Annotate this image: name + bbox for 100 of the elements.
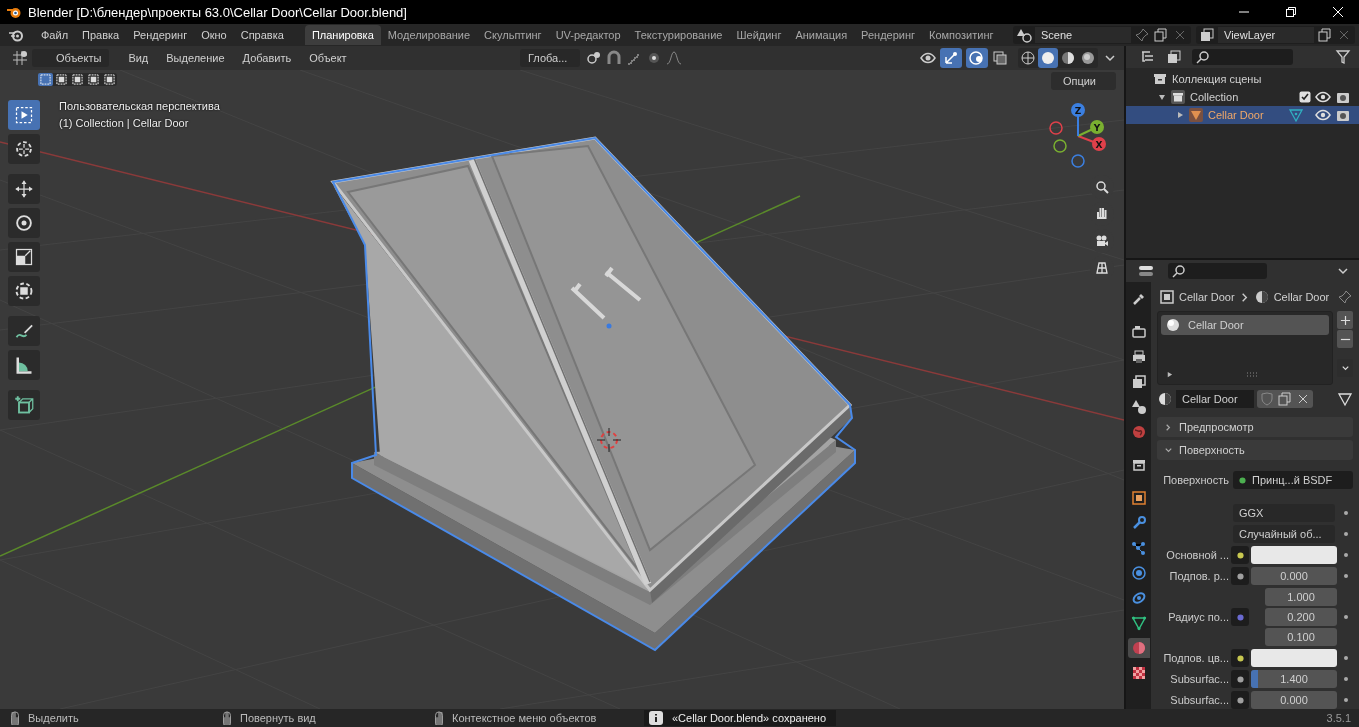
keyframe-dot[interactable] <box>1343 655 1349 661</box>
eye-icon[interactable] <box>1315 107 1331 123</box>
menu-item[interactable]: Выделение <box>159 49 232 67</box>
negative-axis-ring[interactable] <box>1049 121 1063 135</box>
keyframe-dot[interactable] <box>1343 531 1349 537</box>
properties-tab[interactable] <box>1127 638 1150 658</box>
mesh-triangle-icon[interactable] <box>1337 391 1353 407</box>
menu-item[interactable]: Объект <box>302 49 354 67</box>
menu-item[interactable]: Справка <box>233 26 291 44</box>
menu-item[interactable]: Правка <box>75 26 127 44</box>
image-stack-icon[interactable] <box>1166 49 1182 65</box>
outliner-row[interactable]: Cellar Door <box>1126 106 1359 124</box>
tool-button[interactable] <box>8 174 40 204</box>
tool-button[interactable] <box>8 316 40 346</box>
eye-icon[interactable] <box>920 50 936 66</box>
negative-axis-ring[interactable] <box>1053 139 1067 153</box>
checkbox[interactable] <box>1299 91 1311 103</box>
keyframe-dot[interactable] <box>1343 676 1349 682</box>
tool-button[interactable] <box>8 100 40 130</box>
menu-item[interactable]: Окно <box>194 26 234 44</box>
xray-icon[interactable] <box>992 50 1008 66</box>
keyframe-dot[interactable] <box>1343 697 1349 703</box>
orientation-dropdown[interactable]: Глоба... <box>520 49 580 67</box>
keyframe-dot[interactable] <box>1343 614 1349 620</box>
socket-button[interactable] <box>1231 546 1249 564</box>
material-browse-icon[interactable] <box>1157 391 1173 407</box>
number-field[interactable]: 0.000 <box>1251 691 1337 709</box>
expand-triangle-icon[interactable] <box>1166 371 1173 378</box>
keyframe-dot[interactable] <box>1343 573 1349 579</box>
color-swatch[interactable] <box>1251 546 1337 564</box>
outliner-row[interactable]: Коллекция сцены <box>1126 70 1359 88</box>
dropdown[interactable]: GGX <box>1233 504 1335 522</box>
workspace-tab[interactable]: Текстурирование <box>627 25 730 45</box>
color-swatch[interactable] <box>1251 649 1337 667</box>
material-name-field[interactable]: Cellar Door <box>1176 390 1254 408</box>
tool-button[interactable] <box>8 276 40 306</box>
disclosure-triangle-icon[interactable] <box>1176 111 1184 119</box>
workspace-tab[interactable]: Композитинг <box>922 25 1001 45</box>
keyframe-dot[interactable] <box>1343 552 1349 558</box>
tool-button[interactable] <box>8 350 40 380</box>
workspace-tab[interactable]: Шейдинг <box>729 25 789 45</box>
mode-dropdown[interactable]: Объекты <box>32 49 110 67</box>
pivot-icon[interactable] <box>586 50 602 66</box>
image-stack-icon[interactable] <box>1199 27 1215 43</box>
pin-icon[interactable] <box>1134 27 1150 43</box>
display-mode-icon[interactable] <box>1140 49 1156 65</box>
overlay-toggle[interactable] <box>966 48 988 68</box>
filter-icon[interactable] <box>1335 49 1351 65</box>
number-field[interactable]: 1.400 <box>1251 670 1337 688</box>
menu-item[interactable]: Добавить <box>235 49 299 67</box>
workspace-tab[interactable]: Моделирование <box>380 25 478 45</box>
selection-mode-button[interactable] <box>54 73 69 86</box>
shading-mode-button[interactable] <box>1038 48 1058 68</box>
gizmo-toggle[interactable] <box>940 48 962 68</box>
search-field[interactable] <box>1168 263 1267 279</box>
tool-button[interactable] <box>8 390 40 420</box>
editor-type-icon[interactable] <box>1138 263 1154 279</box>
number-field[interactable]: 0.000 <box>1251 567 1337 585</box>
workspace-tab[interactable]: Скульптинг <box>477 25 549 45</box>
search-field[interactable] <box>1192 49 1293 65</box>
tool-button[interactable] <box>8 134 40 164</box>
close-icon[interactable] <box>1332 6 1344 18</box>
workspace-tab[interactable]: Анимация <box>788 25 855 45</box>
options-dropdown[interactable]: Опции <box>1050 72 1116 90</box>
editor-type-icon[interactable] <box>12 50 28 66</box>
negative-axis-ring[interactable] <box>1071 154 1085 168</box>
add-slot-button[interactable] <box>1337 311 1353 329</box>
socket-button[interactable] <box>1231 691 1249 709</box>
proportional-edit-icon[interactable] <box>646 50 662 66</box>
eye-icon[interactable] <box>1315 89 1331 105</box>
shading-mode-button[interactable] <box>1018 48 1038 68</box>
panel-header[interactable]: Предпросмотр <box>1157 417 1353 437</box>
copy-icon[interactable] <box>1317 27 1333 43</box>
menu-item[interactable]: Вид <box>121 49 156 67</box>
number-field[interactable]: 1.000 <box>1265 588 1337 606</box>
copy-icon[interactable] <box>1153 27 1169 43</box>
copy-icon[interactable] <box>1277 391 1293 407</box>
number-field[interactable]: 0.100 <box>1265 628 1337 646</box>
menu-item[interactable]: Файл <box>34 26 76 44</box>
scene-icon[interactable] <box>1016 27 1032 43</box>
view-layer-field[interactable]: ViewLayer <box>1218 27 1314 43</box>
maximize-icon[interactable] <box>1285 6 1297 18</box>
remove-slot-button[interactable] <box>1337 330 1353 348</box>
material-slot[interactable]: Cellar Door <box>1161 315 1329 335</box>
magnet-icon[interactable] <box>606 50 622 66</box>
shader-field[interactable]: Принц...й BSDF <box>1233 471 1353 489</box>
selection-mode-button[interactable] <box>70 73 85 86</box>
pin-icon[interactable] <box>1337 289 1354 305</box>
menu-item[interactable]: Рендеринг <box>126 26 195 44</box>
socket-button[interactable] <box>1231 649 1249 667</box>
socket-button[interactable] <box>1231 567 1249 585</box>
selection-mode-button[interactable] <box>86 73 101 86</box>
tool-button[interactable] <box>8 208 40 238</box>
scene-field[interactable]: Scene <box>1035 27 1131 43</box>
workspace-tab[interactable]: UV-редактор <box>548 25 628 45</box>
workspace-tab[interactable]: Планировка <box>304 25 381 45</box>
keyframe-dot[interactable] <box>1343 510 1349 516</box>
socket-button[interactable] <box>1231 670 1249 688</box>
tool-button[interactable] <box>8 242 40 272</box>
selection-mode-button[interactable] <box>102 73 117 86</box>
